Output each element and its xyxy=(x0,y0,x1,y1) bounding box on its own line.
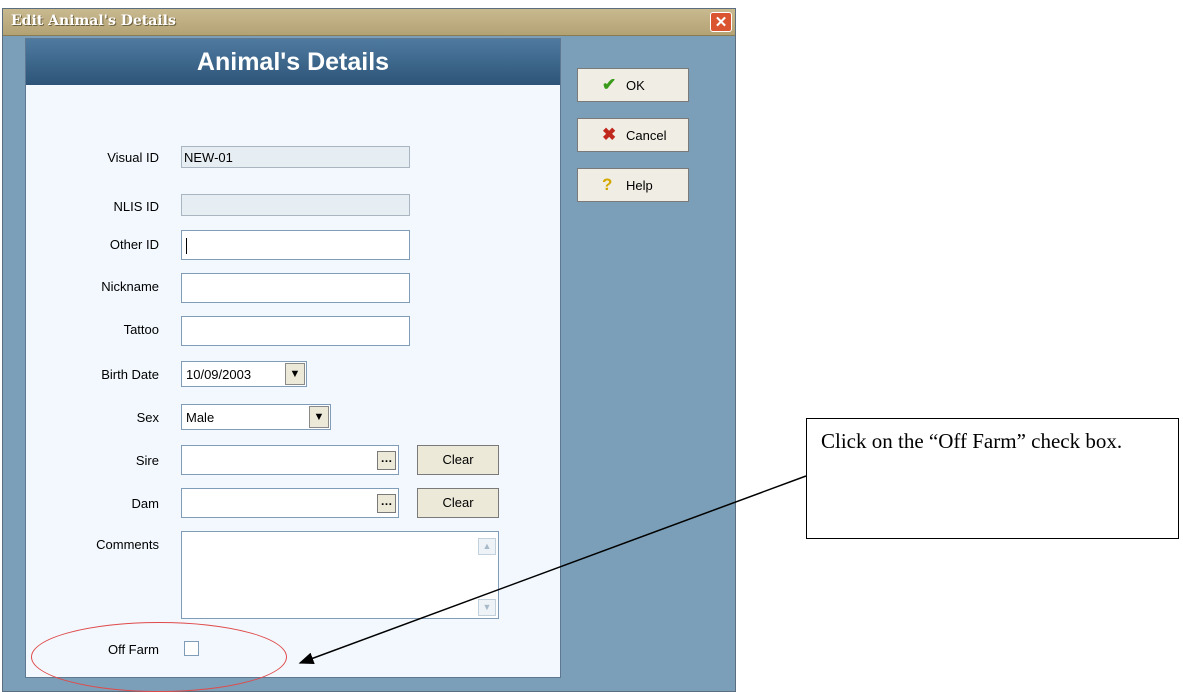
callout-text: Click on the “Off Farm” check box. xyxy=(821,429,1123,453)
callout-arrow xyxy=(298,475,807,664)
callout-box: Click on the “Off Farm” check box. xyxy=(806,418,1179,539)
